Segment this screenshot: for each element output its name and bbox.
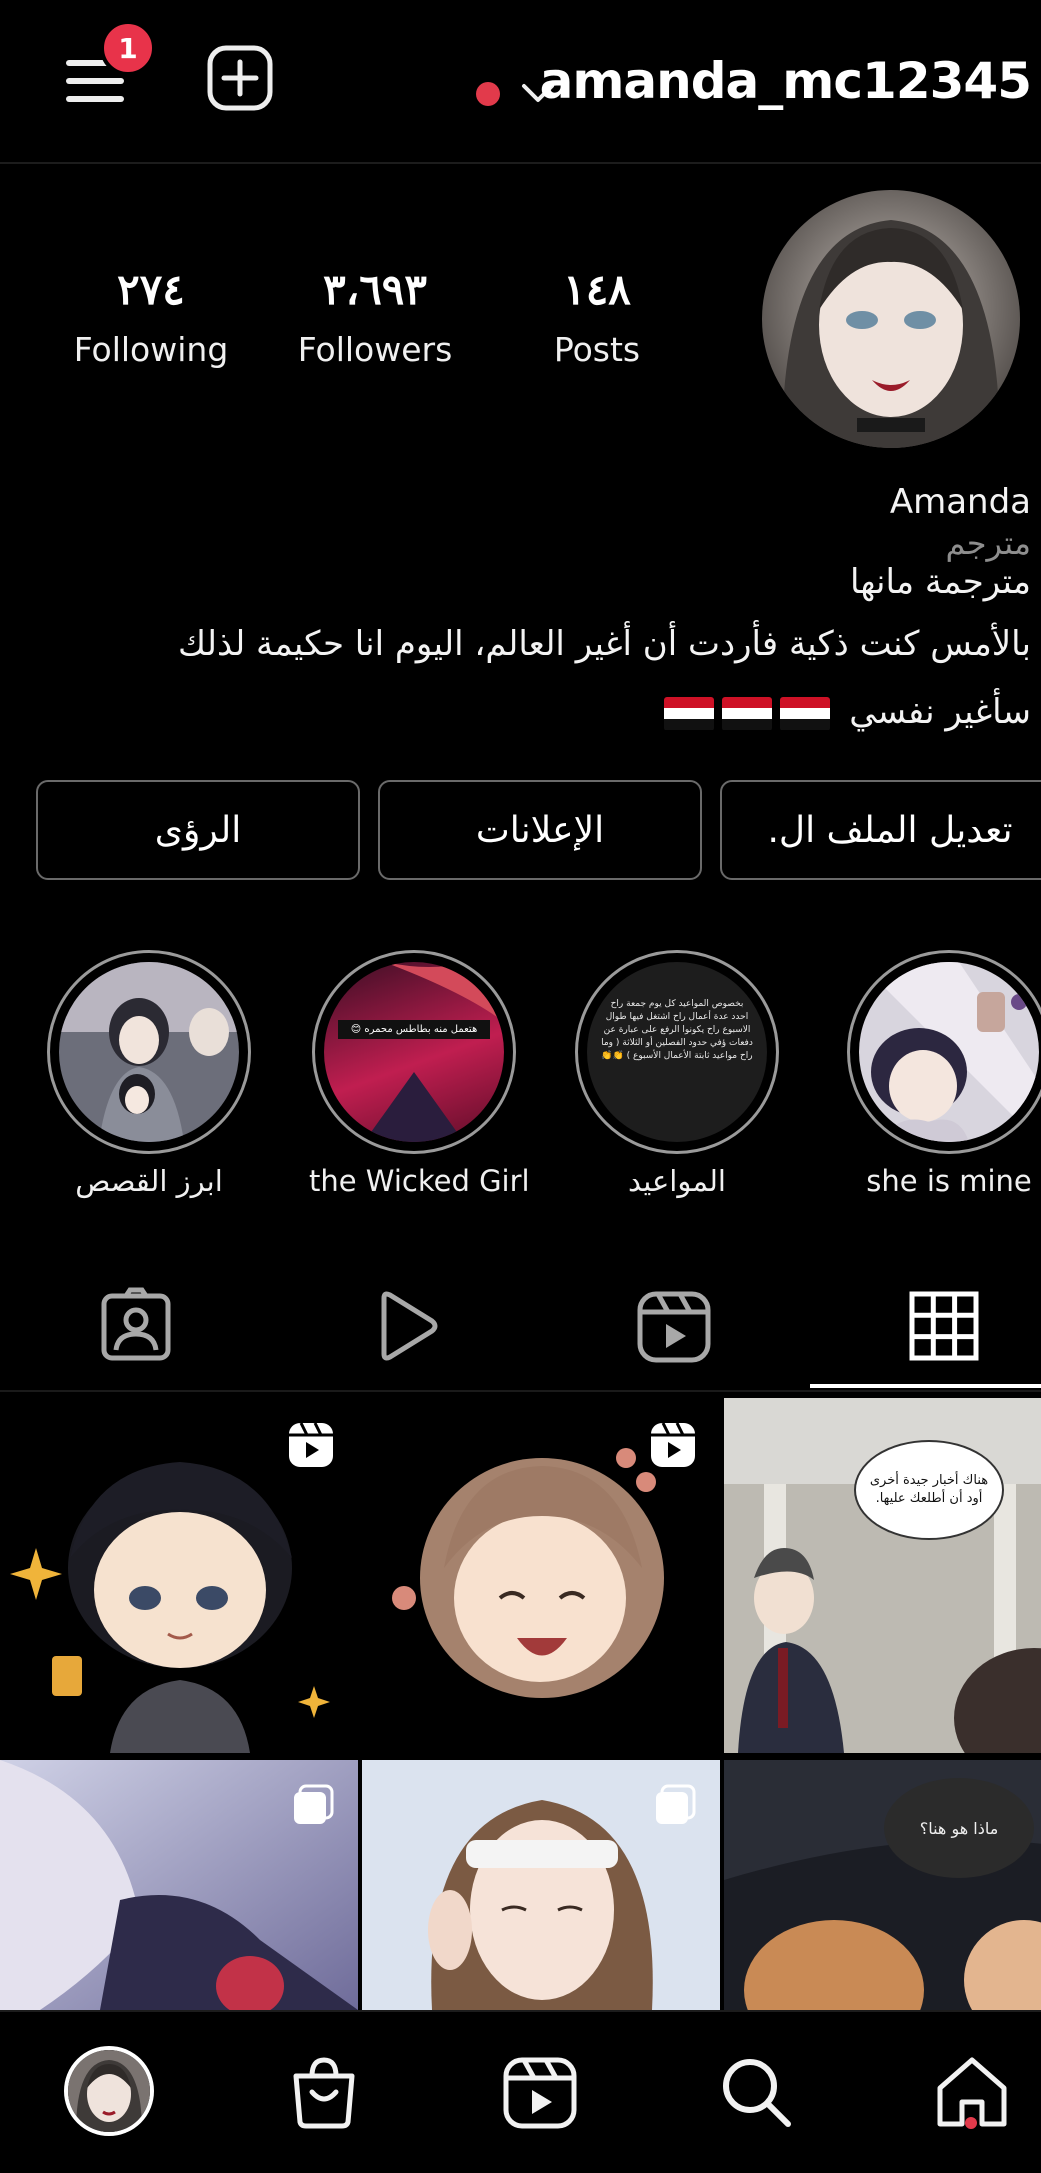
following-count: ٢٧٤ <box>117 265 185 314</box>
header-divider <box>0 162 1041 164</box>
reels-icon[interactable] <box>634 1286 714 1366</box>
post-thumbnail[interactable] <box>362 1760 720 2010</box>
username[interactable]: amanda_mc12345 <box>540 52 1032 110</box>
bio-line: بالأمس كنت ذكية فأردت أن أغير العالم، ال… <box>178 624 1031 664</box>
highlight-item[interactable]: بخصوص المواعيد كل يوم جمعة راح احدد عدة … <box>572 950 782 1198</box>
shop-icon[interactable] <box>284 2052 364 2132</box>
egypt-flag-icon <box>664 696 715 731</box>
highlight-title: the Wicked Girl <box>309 1164 530 1198</box>
highlight-title: ابرز القصص <box>75 1164 223 1198</box>
ads-button[interactable]: الإعلانات <box>378 780 702 880</box>
followers-label: Followers <box>297 330 453 369</box>
followers-stat[interactable]: ٣،٦٩٣ Followers <box>280 264 470 369</box>
speech-bubble: ماذا هو هنا؟ <box>884 1778 1034 1878</box>
highlight-cover: بخصوص المواعيد كل يوم جمعة راح احدد عدة … <box>587 962 767 1142</box>
add-post-icon[interactable] <box>206 44 274 112</box>
highlight-cover: هتعمل منه بطاطس محمره 😊 <box>324 962 504 1142</box>
bio-line: مترجمة مانها <box>849 562 1031 602</box>
highlight-cover-text: هتعمل منه بطاطس محمره 😊 <box>338 1020 490 1039</box>
highlight-title: المواعيد <box>628 1164 726 1198</box>
status-dot <box>476 82 500 106</box>
following-stat[interactable]: ٢٧٤ Following <box>56 264 246 369</box>
egypt-flag-icon <box>780 696 831 731</box>
highlight-ring <box>47 950 251 1154</box>
profile-nav-avatar[interactable] <box>64 2046 154 2136</box>
speech-bubble: هناك أخبار جيدة أخرى أود أن أطلعك عليها. <box>854 1440 1004 1540</box>
highlight-ring <box>847 950 1041 1154</box>
highlight-cover <box>59 962 239 1142</box>
reels-icon[interactable] <box>500 2052 580 2132</box>
search-icon[interactable] <box>716 2052 796 2132</box>
posts-label: Posts <box>553 330 641 369</box>
highlight-cover <box>859 962 1039 1142</box>
bio-line-text: سأغير نفسي <box>849 692 1031 732</box>
active-tab-indicator <box>810 1384 1041 1388</box>
followers-count: ٣،٦٩٣ <box>323 265 427 314</box>
highlight-ring: بخصوص المواعيد كل يوم جمعة راح احدد عدة … <box>575 950 779 1154</box>
profile-avatar[interactable] <box>762 190 1020 448</box>
carousel-badge-icon <box>294 1784 334 1824</box>
carousel-badge-icon <box>656 1784 696 1824</box>
videos-icon[interactable] <box>366 1286 446 1366</box>
post-thumbnail[interactable]: ماذا هو هنا؟ <box>724 1760 1041 2010</box>
active-nav-dot <box>965 2117 977 2129</box>
highlight-ring: هتعمل منه بطاطس محمره 😊 <box>312 950 516 1154</box>
profile-tabs <box>0 1270 1041 1390</box>
bio-name: Amanda <box>889 482 1031 522</box>
edit-profile-button[interactable]: تعديل الملف ال. <box>720 780 1041 880</box>
reel-badge-icon <box>289 1422 333 1467</box>
highlight-title: she is mine <box>866 1164 1032 1198</box>
post-thumbnail[interactable] <box>0 1398 358 1753</box>
grid-icon[interactable] <box>904 1286 984 1366</box>
post-thumbnail[interactable] <box>362 1398 720 1753</box>
following-label: Following <box>73 330 229 369</box>
bio-line: سأغير نفسي <box>21 692 1031 732</box>
bottom-nav <box>0 2010 1041 2173</box>
highlight-item[interactable]: she is mine <box>844 950 1041 1198</box>
egypt-flags <box>664 696 831 731</box>
posts-grid: هناك أخبار جيدة أخرى أود أن أطلعك عليها. <box>0 1398 1041 2010</box>
post-thumbnail[interactable]: هناك أخبار جيدة أخرى أود أن أطلعك عليها. <box>724 1398 1041 1753</box>
egypt-flag-icon <box>722 696 773 731</box>
posts-stat[interactable]: ١٤٨ Posts <box>502 264 692 369</box>
posts-count: ١٤٨ <box>563 265 631 314</box>
highlight-cover-text: بخصوص المواعيد كل يوم جمعة راح احدد عدة … <box>601 999 753 1061</box>
tabs-divider <box>0 1390 1041 1392</box>
bio-category: مترجم <box>945 524 1031 562</box>
notification-badge: 1 <box>100 20 156 76</box>
insights-button[interactable]: الرؤى <box>36 780 360 880</box>
highlight-item[interactable]: ابرز القصص <box>44 950 254 1198</box>
post-thumbnail[interactable] <box>0 1760 358 2010</box>
reel-badge-icon <box>651 1422 695 1467</box>
tagged-icon[interactable] <box>96 1286 176 1366</box>
top-bar: 1 amanda_mc12345 <box>0 0 1041 165</box>
highlight-item[interactable]: هتعمل منه بطاطس محمره 😊 the Wicked Girl <box>309 950 530 1198</box>
